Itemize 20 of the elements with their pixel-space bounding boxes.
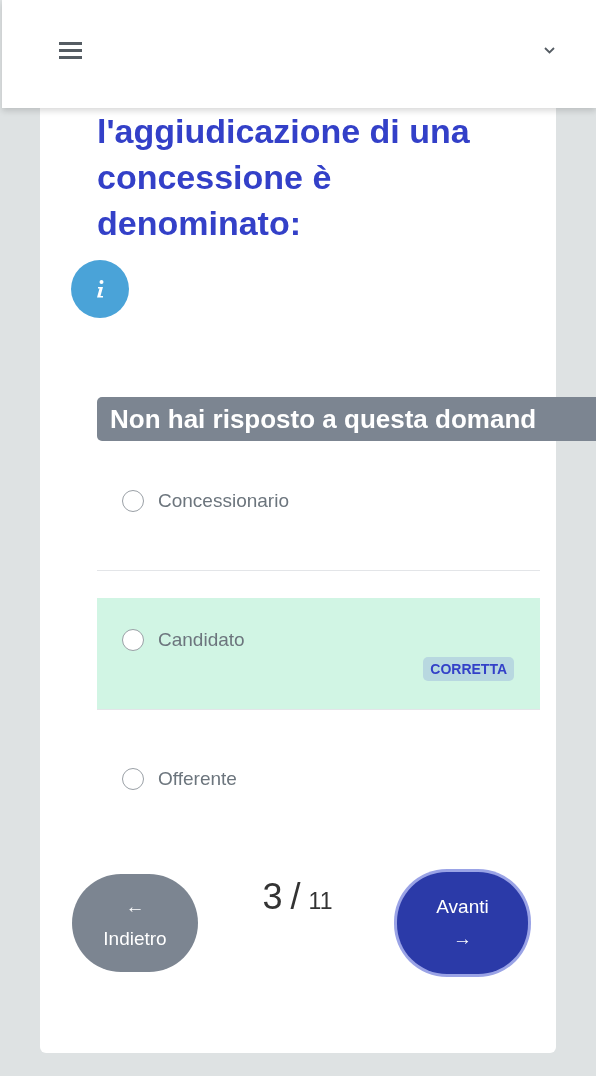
separator-slash: / (290, 876, 301, 918)
question-title: l'aggiudicazione di una concessione è denominato: (97, 111, 471, 244)
unanswered-banner: Non hai risposto a questa domand (97, 397, 596, 441)
current-question-number: 3 (262, 876, 283, 918)
radio-button[interactable] (122, 768, 144, 790)
answer-option[interactable]: Concessionario (97, 459, 540, 570)
correct-badge: CORRETTA (423, 657, 514, 681)
radio-button[interactable] (122, 629, 144, 651)
menu-icon[interactable] (59, 41, 82, 60)
answer-option[interactable]: Candidato CORRETTA (97, 598, 540, 709)
next-button[interactable]: Avanti → (397, 872, 528, 974)
option-label: Candidato (158, 629, 245, 651)
chevron-down-icon[interactable] (543, 46, 556, 55)
total-questions: 11 (308, 888, 333, 915)
answer-option[interactable]: Offerente (97, 737, 540, 848)
option-label: Offerente (158, 768, 237, 790)
info-icon[interactable] (71, 260, 129, 318)
back-button[interactable]: ← Indietro (72, 874, 198, 972)
radio-button[interactable] (122, 490, 144, 512)
option-label: Concessionario (158, 490, 289, 512)
